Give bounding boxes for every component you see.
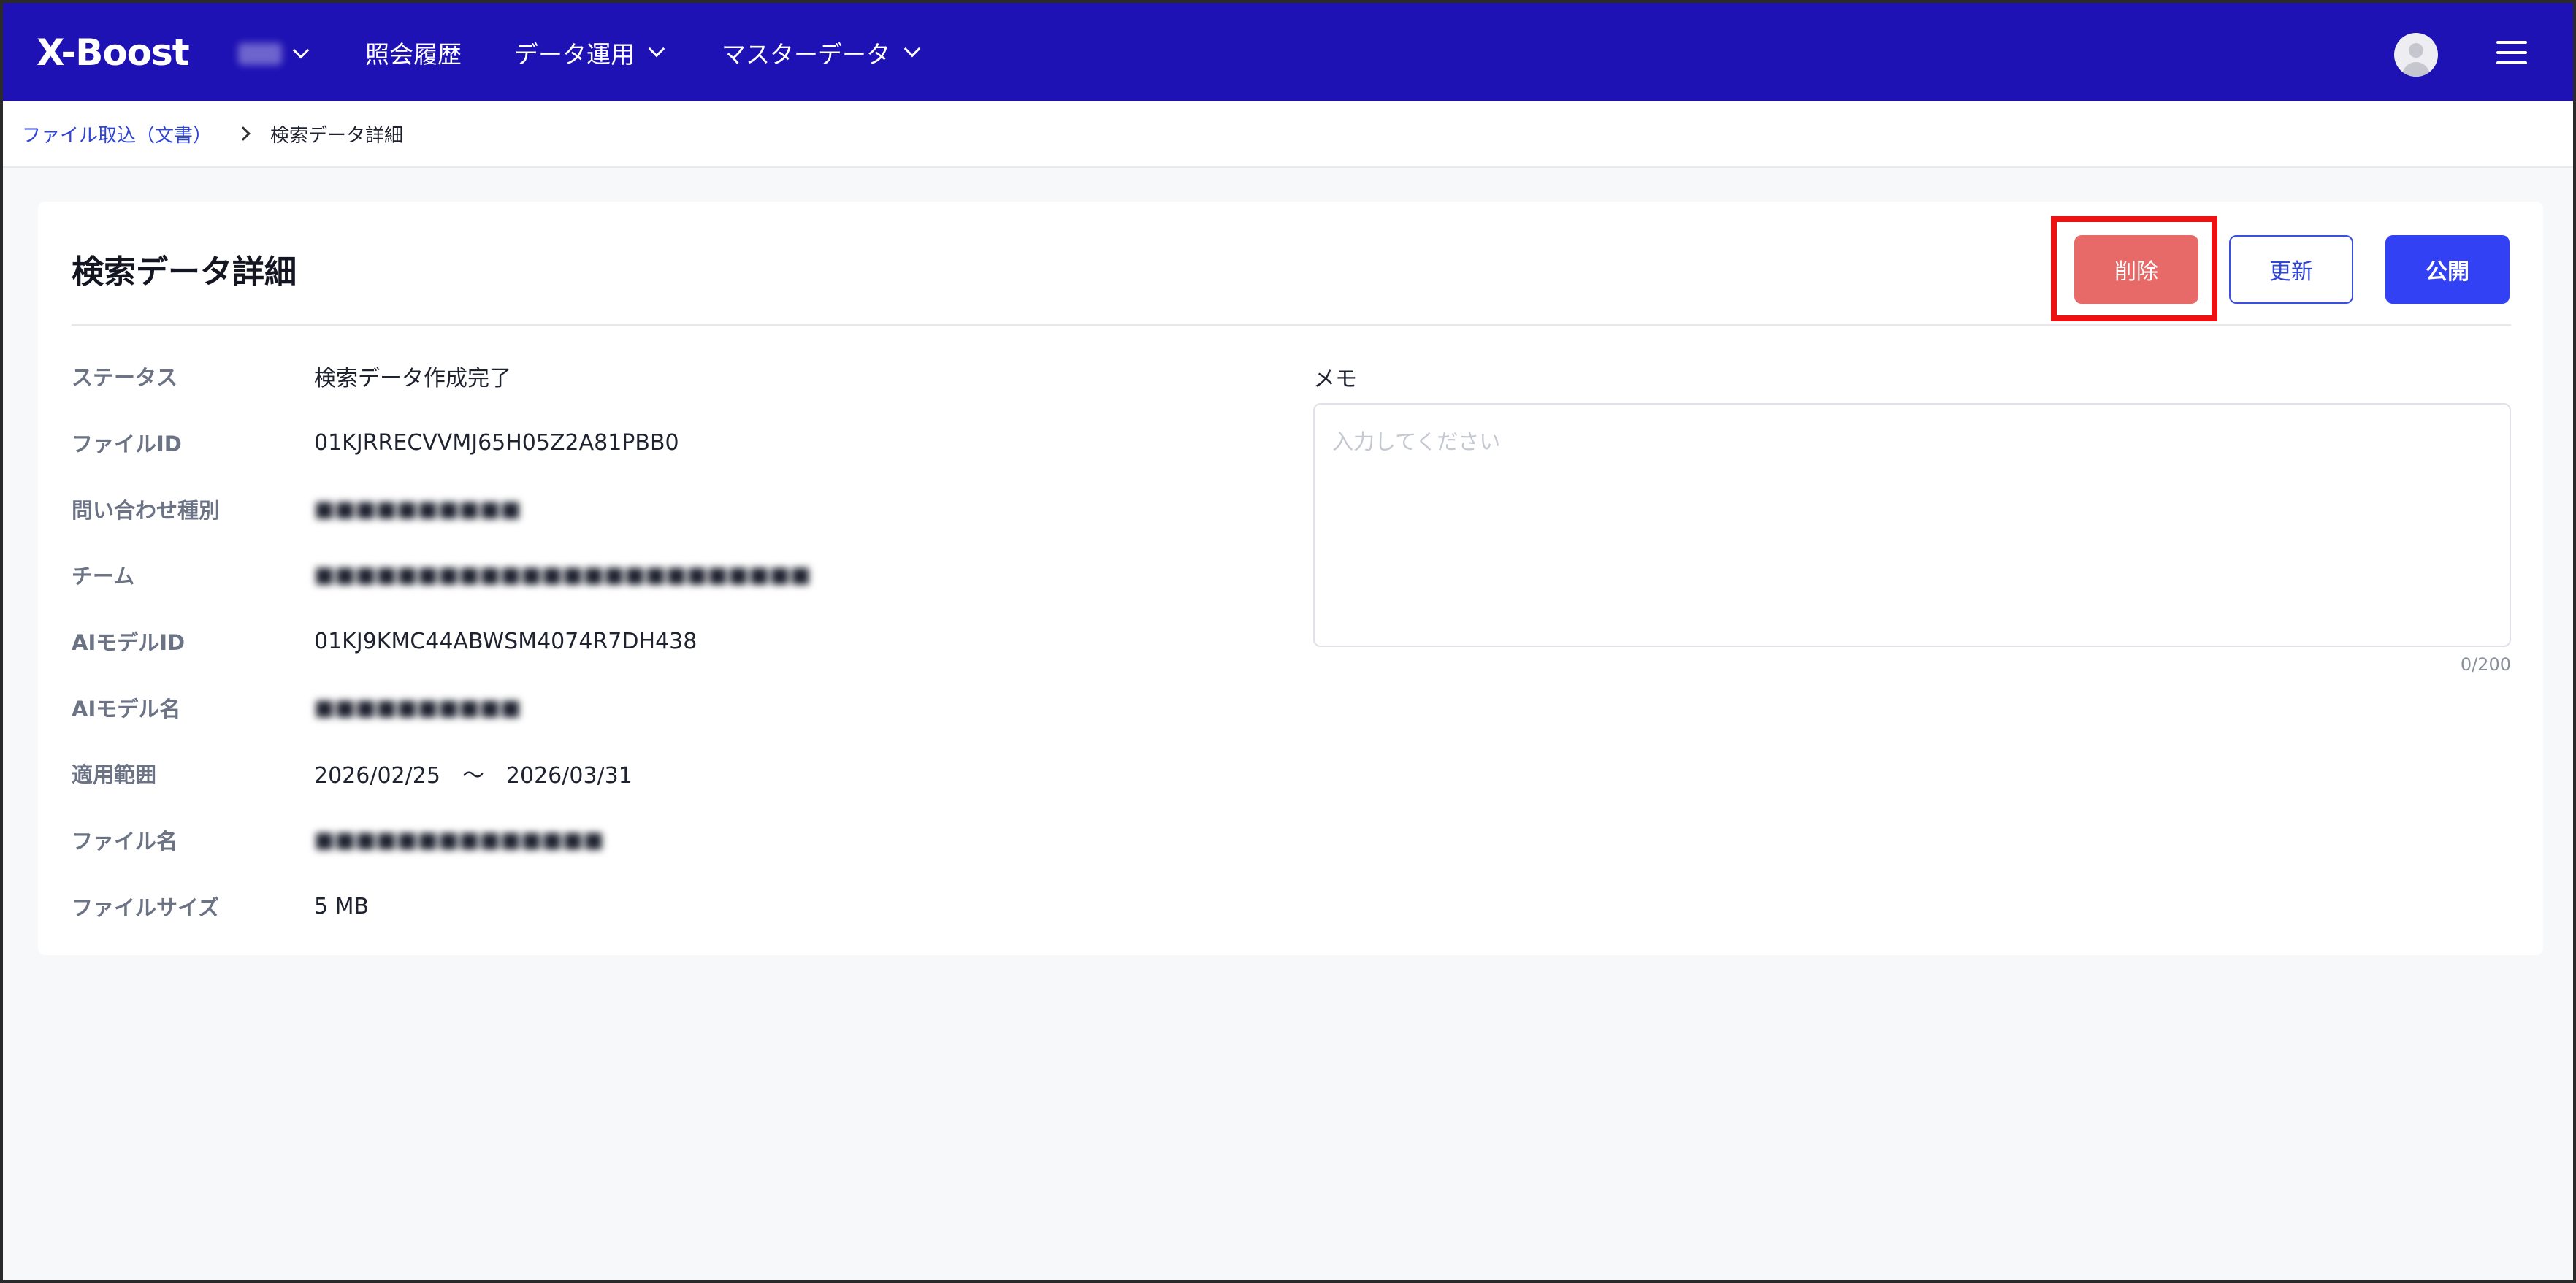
detail-value: 検索データ作成完了 bbox=[314, 366, 511, 391]
detail-label: チーム bbox=[72, 564, 135, 589]
chevron-down-icon bbox=[903, 40, 921, 58]
detail-value: 5 MB bbox=[314, 893, 370, 919]
detail-row-scope: 適用範囲 2026/02/25 ～ 2026/03/31 bbox=[72, 755, 632, 792]
detail-value: 01KJ9KMC44ABWSM4074R7DH438 bbox=[314, 628, 697, 654]
memo-character-count: 0/200 bbox=[2460, 654, 2511, 675]
nav-inquiry-history-label: 照会履歴 bbox=[365, 40, 462, 69]
nav-master-data[interactable]: マスターデータ bbox=[722, 35, 921, 70]
title-divider bbox=[72, 324, 2511, 326]
detail-row-ai-model-id: AIモデルID 01KJ9KMC44ABWSM4074R7DH438 bbox=[72, 623, 697, 659]
app-logo[interactable]: X-Boost bbox=[37, 31, 190, 74]
detail-card: 検索データ詳細 削除 更新 公開 ステータス 検索データ作成完了 ファイルID … bbox=[38, 202, 2543, 955]
nav-data-operations-label: データ運用 bbox=[514, 40, 635, 69]
detail-label: ファイルID bbox=[72, 432, 182, 456]
nav-master-data-label: マスターデータ bbox=[722, 40, 890, 69]
breadcrumb-current: 検索データ詳細 bbox=[270, 124, 404, 147]
page-title: 検索データ詳細 bbox=[72, 253, 297, 291]
breadcrumb: ファイル取込（文書） 検索データ詳細 bbox=[3, 101, 2573, 168]
redacted-value: ■■■■■■■■■■ bbox=[314, 694, 521, 721]
detail-row-file-id: ファイルID 01KJRRECVVMJ65H05Z2A81PBB0 bbox=[72, 424, 679, 461]
detail-label: AIモデルID bbox=[72, 630, 186, 655]
publish-button[interactable]: 公開 bbox=[2385, 235, 2510, 304]
detail-label: ファイル名 bbox=[72, 829, 178, 854]
detail-label: 適用範囲 bbox=[72, 762, 157, 787]
tenant-selector[interactable] bbox=[238, 38, 310, 70]
detail-row-team: チーム ■■■■■■■■■■■■■■■■■■■■■■■■ bbox=[72, 556, 811, 593]
delete-button[interactable]: 削除 bbox=[2074, 235, 2198, 304]
redacted-value: ■■■■■■■■■■■■■■ bbox=[314, 827, 604, 853]
detail-label: AIモデル名 bbox=[72, 697, 181, 721]
tenant-name-redacted bbox=[238, 43, 282, 65]
chevron-right-icon bbox=[236, 126, 251, 141]
detail-label: ファイルサイズ bbox=[72, 895, 220, 920]
detail-row-status: ステータス 検索データ作成完了 bbox=[72, 358, 511, 394]
detail-row-inquiry-type: 問い合わせ種別 ■■■■■■■■■■ bbox=[72, 491, 521, 527]
update-button[interactable]: 更新 bbox=[2229, 235, 2353, 304]
avatar-head-icon bbox=[2409, 43, 2423, 58]
hamburger-menu-icon[interactable] bbox=[2496, 41, 2527, 64]
detail-value: 01KJRRECVVMJ65H05Z2A81PBB0 bbox=[314, 429, 679, 456]
user-avatar[interactable] bbox=[2394, 33, 2438, 77]
app-logo-text: X-Boost bbox=[37, 31, 190, 74]
memo-label: メモ bbox=[1313, 367, 1357, 392]
detail-label: 問い合わせ種別 bbox=[72, 498, 221, 523]
detail-row-file-size: ファイルサイズ 5 MB bbox=[72, 888, 369, 924]
nav-data-operations[interactable]: データ運用 bbox=[514, 35, 665, 70]
avatar-body-icon bbox=[2402, 62, 2430, 77]
memo-textarea[interactable] bbox=[1313, 403, 2511, 647]
redacted-value: ■■■■■■■■■■ bbox=[314, 496, 521, 522]
detail-label: ステータス bbox=[72, 365, 178, 390]
detail-row-ai-model-name: AIモデル名 ■■■■■■■■■■ bbox=[72, 689, 521, 726]
detail-row-file-name: ファイル名 ■■■■■■■■■■■■■■ bbox=[72, 821, 604, 858]
redacted-value: ■■■■■■■■■■■■■■■■■■■■■■■■ bbox=[314, 562, 811, 588]
nav-inquiry-history[interactable]: 照会履歴 bbox=[365, 35, 462, 70]
top-nav-bar: X-Boost 照会履歴 データ運用 マスターデータ bbox=[3, 3, 2573, 101]
chevron-down-icon bbox=[292, 42, 310, 59]
app-window: X-Boost 照会履歴 データ運用 マスターデータ ファイル取込（文書） 検索… bbox=[0, 0, 2576, 1283]
detail-value: 2026/02/25 ～ 2026/03/31 bbox=[314, 763, 632, 789]
breadcrumb-link-file-import[interactable]: ファイル取込（文書） bbox=[22, 120, 212, 148]
chevron-down-icon bbox=[648, 40, 665, 58]
